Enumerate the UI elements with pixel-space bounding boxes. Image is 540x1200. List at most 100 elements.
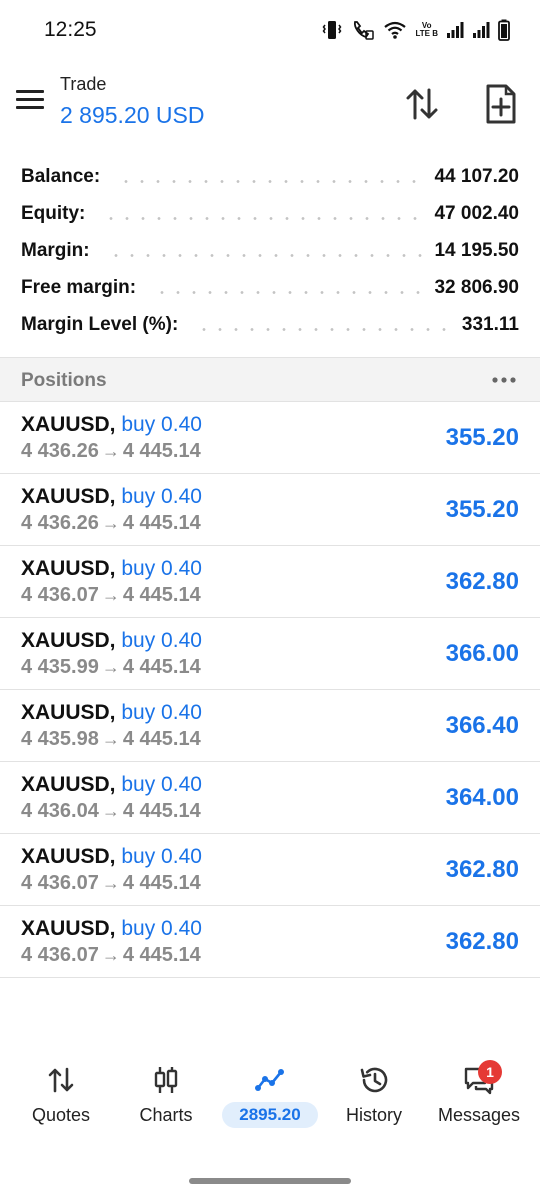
tab-label: Charts <box>139 1105 193 1125</box>
position-row[interactable]: XAUUSD, buy 0.40 4 436.07 → 4 445.14 362.8… <box>0 546 540 618</box>
position-row[interactable]: XAUUSD, buy 0.40 4 435.99 → 4 445.14 366.0… <box>0 618 540 690</box>
arrow-right-icon: → <box>101 585 120 605</box>
trade-icon <box>255 1069 284 1091</box>
open-price: 4 436.26 <box>21 440 99 462</box>
summary-label: Equity: <box>21 202 86 224</box>
position-row[interactable]: XAUUSD, buy 0.40 4 436.26 → 4 445.14 355.2… <box>0 474 540 546</box>
position-type: buy 0.40 <box>121 413 202 436</box>
arrow-right-icon: → <box>101 801 120 821</box>
position-symbol: XAUUSD, <box>21 917 116 940</box>
tab-history[interactable]: History <box>322 1058 426 1138</box>
position-profit: 355.20 <box>445 496 519 523</box>
summary-label: Balance: <box>21 165 101 187</box>
summary-label: Free margin: <box>21 276 137 298</box>
summary-row-margin-level: Margin Level (%): 331.11 <box>0 306 540 343</box>
more-icon[interactable] <box>490 370 518 390</box>
app-header: Trade 2 895.20 USD <box>0 66 540 142</box>
profit-value: 2 895.20 USD <box>60 102 205 128</box>
tab-label: Messages <box>437 1105 521 1125</box>
position-symbol: XAUUSD, <box>21 845 116 868</box>
tab-label: Quotes <box>31 1105 91 1125</box>
position-symbol: XAUUSD, <box>21 485 116 508</box>
arrow-right-icon: → <box>101 873 120 893</box>
summary-row-margin: Margin: 14 195.50 <box>0 232 540 269</box>
tab-trade[interactable]: 2895.20 <box>218 1058 322 1138</box>
open-price: 4 435.99 <box>21 656 99 678</box>
volte-text-bottom: LTE B <box>415 29 438 38</box>
position-profit: 366.40 <box>445 712 519 739</box>
position-profit: 355.20 <box>445 424 519 451</box>
dotted-leader <box>107 254 423 257</box>
position-symbol: XAUUSD, <box>21 773 116 796</box>
sort-icon[interactable] <box>402 84 442 124</box>
position-symbol: XAUUSD, <box>21 557 116 580</box>
open-price: 4 436.26 <box>21 512 99 534</box>
position-row[interactable]: XAUUSD, buy 0.40 4 436.07 → 4 445.14 362.8… <box>0 906 540 978</box>
position-type: buy 0.40 <box>121 485 202 508</box>
new-order-icon[interactable] <box>480 82 520 126</box>
current-price: 4 445.14 <box>122 656 201 678</box>
arrow-right-icon: → <box>101 513 120 533</box>
position-type: buy 0.40 <box>121 773 202 796</box>
wifi-calling-icon <box>354 21 375 40</box>
summary-label: Margin Level (%): <box>21 313 179 335</box>
volte-icon: Vo LTE B <box>415 22 438 38</box>
dotted-leader <box>118 180 423 183</box>
arrow-right-icon: → <box>101 441 120 461</box>
menu-icon[interactable] <box>14 86 46 118</box>
account-summary: Balance: 44 107.20 Equity: 47 002.40 Mar… <box>0 158 540 343</box>
positions-section-header: Positions <box>0 357 540 402</box>
position-profit: 362.80 <box>445 568 519 595</box>
summary-value: 331.11 <box>461 313 519 335</box>
position-profit: 364.00 <box>445 784 519 811</box>
summary-value: 47 002.40 <box>434 202 519 224</box>
bottom-navigation: Quotes Charts 2895.20 History Messages <box>0 1058 540 1148</box>
position-row[interactable]: XAUUSD, buy 0.40 4 436.26 → 4 445.14 355.2… <box>0 402 540 474</box>
current-price: 4 445.14 <box>122 728 201 750</box>
arrow-right-icon: → <box>101 729 120 749</box>
quotes-icon <box>48 1067 74 1093</box>
position-row[interactable]: XAUUSD, buy 0.40 4 435.98 → 4 445.14 366.4… <box>0 690 540 762</box>
charts-icon <box>154 1067 178 1093</box>
open-price: 4 436.07 <box>21 872 99 894</box>
position-symbol: XAUUSD, <box>21 629 116 652</box>
tab-label: History <box>345 1105 402 1125</box>
wifi-icon <box>384 21 407 39</box>
current-price: 4 445.14 <box>122 440 201 462</box>
summary-row-balance: Balance: 44 107.20 <box>0 158 540 195</box>
open-price: 4 436.07 <box>21 584 99 606</box>
tab-charts[interactable]: Charts <box>114 1058 218 1138</box>
position-row[interactable]: XAUUSD, buy 0.40 4 436.04 → 4 445.14 364.0… <box>0 762 540 834</box>
tab-quotes[interactable]: Quotes <box>9 1058 113 1138</box>
position-symbol: XAUUSD, <box>21 413 116 436</box>
history-icon <box>360 1067 388 1093</box>
summary-row-equity: Equity: 47 002.40 <box>0 195 540 232</box>
positions-list: XAUUSD, buy 0.40 4 436.26 → 4 445.14 355.2… <box>0 402 540 978</box>
position-type: buy 0.40 <box>121 845 202 868</box>
position-profit: 362.80 <box>445 928 519 955</box>
page-title: Trade <box>60 74 107 94</box>
summary-label: Margin: <box>21 239 90 261</box>
position-type: buy 0.40 <box>121 629 202 652</box>
open-price: 4 436.07 <box>21 944 99 966</box>
dotted-leader <box>154 291 423 294</box>
arrow-right-icon: → <box>101 945 120 965</box>
arrow-right-icon: → <box>101 657 120 677</box>
dotted-leader <box>196 328 450 331</box>
battery-icon <box>498 19 510 41</box>
position-profit: 362.80 <box>445 856 519 883</box>
summary-value: 44 107.20 <box>434 165 519 187</box>
vibrate-icon <box>323 21 342 39</box>
messages-badge: 1 <box>478 1060 502 1084</box>
status-bar: 12:25 Vo LTE B <box>0 0 540 60</box>
position-row[interactable]: XAUUSD, buy 0.40 4 436.07 → 4 445.14 362.8… <box>0 834 540 906</box>
current-price: 4 445.14 <box>122 944 201 966</box>
signal-icon <box>447 22 464 38</box>
position-symbol: XAUUSD, <box>21 701 116 724</box>
status-time: 12:25 <box>44 18 97 41</box>
open-price: 4 435.98 <box>21 728 99 750</box>
status-icons: Vo LTE B <box>321 18 510 42</box>
tab-label: 2895.20 <box>239 1105 301 1124</box>
dotted-leader <box>103 217 423 220</box>
home-indicator[interactable] <box>189 1178 351 1184</box>
